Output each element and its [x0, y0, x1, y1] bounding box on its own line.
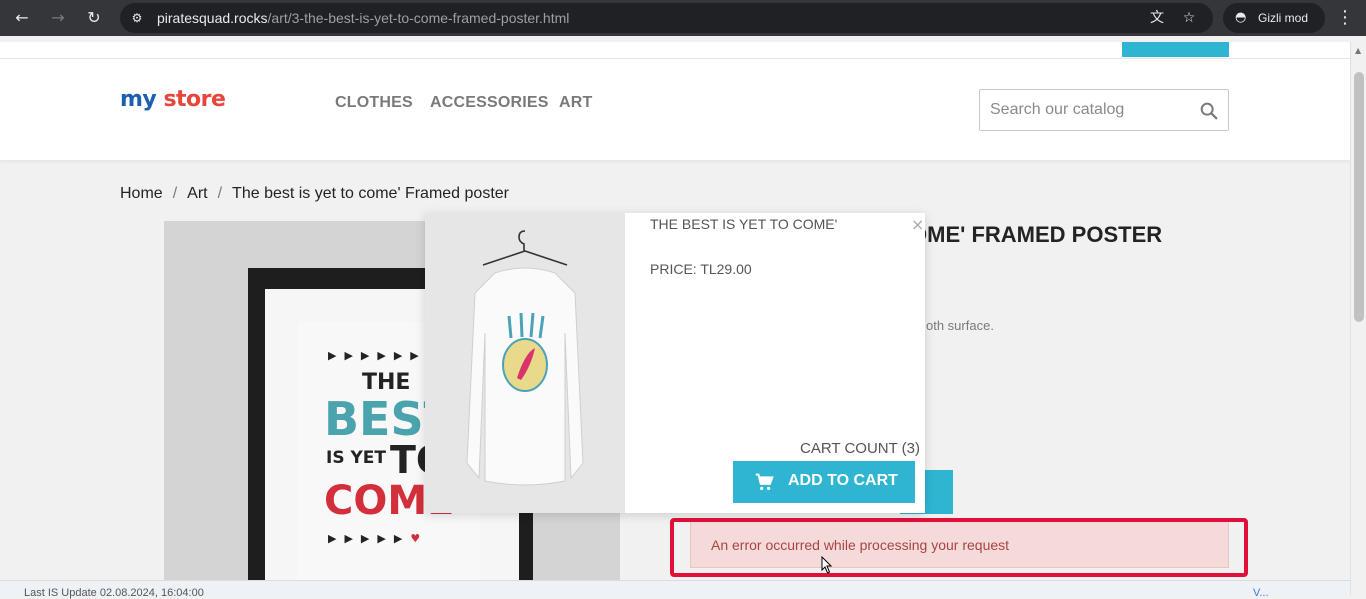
cart-modal: THE BEST IS YET TO COME' PRICE: TL29.00 … [425, 213, 925, 513]
status-bar-text: Last IS Update 02.08.2024, 16:04:00 [24, 587, 204, 599]
address-bar[interactable]: ⚙ piratesquad.rocks/art/3-the-best-is-ye… [120, 3, 1213, 33]
forward-arrow-icon[interactable]: → [47, 7, 69, 29]
back-arrow-icon[interactable]: ← [11, 7, 33, 29]
cart-icon [755, 473, 774, 491]
add-to-cart-label: ADD TO CART [788, 472, 898, 489]
mouse-cursor-icon [821, 556, 833, 574]
logo-store: store [163, 87, 226, 112]
incognito-label: Gizli mod [1258, 11, 1309, 25]
cart-count: CART COUNT (3) [800, 440, 921, 457]
search-input[interactable] [990, 98, 1190, 122]
search-widget [979, 89, 1229, 131]
translate-icon[interactable]: 文 [1148, 9, 1166, 27]
header-nav-bar [0, 42, 1350, 59]
web-page: my store CLOTHES ACCESSORIES ART Home / Ar… [0, 42, 1350, 595]
poster-word-is-yet: IS YET [326, 448, 387, 468]
site-header: my store CLOTHES ACCESSORIES ART [0, 59, 1350, 160]
add-to-cart-button[interactable]: ADD TO CART [733, 461, 915, 503]
header-cart-button[interactable] [1122, 42, 1229, 57]
reload-icon[interactable]: ↻ [83, 7, 105, 29]
logo-my: my [120, 87, 157, 112]
incognito-icon: ◓ [1235, 10, 1247, 25]
breadcrumb-separator: / [217, 185, 223, 202]
incognito-badge[interactable]: ◓ Gizli mod [1223, 3, 1325, 33]
poster-arrows-top: ▶▶▶▶▶▶ [328, 349, 427, 362]
menu-accessories[interactable]: ACCESSORIES [430, 94, 549, 112]
scroll-up-icon[interactable]: ▲ [1355, 46, 1361, 55]
tshirt-image [466, 230, 584, 486]
product-description: oth surface. [926, 318, 994, 333]
breadcrumb-home[interactable]: Home [120, 185, 163, 202]
site-info-icon[interactable]: ⚙ [128, 9, 146, 27]
poster-arrows-bottom: ▶▶▶▶▶♥ [328, 532, 429, 545]
product-title: OME' FRAMED POSTER [910, 222, 1163, 247]
breadcrumb-separator: / [172, 185, 178, 202]
browser-menu-icon[interactable]: ⋮ [1335, 7, 1355, 29]
browser-toolbar: ← → ↻ ⚙ piratesquad.rocks/art/3-the-best… [0, 0, 1366, 36]
status-bar-right[interactable]: V... [1253, 587, 1269, 599]
bookmark-star-icon[interactable]: ☆ [1180, 9, 1198, 27]
status-bar: Last IS Update 02.08.2024, 16:04:00 V... [0, 580, 1350, 599]
menu-clothes[interactable]: CLOTHES [335, 94, 413, 112]
store-logo[interactable]: my store [120, 87, 226, 112]
highlight-annotation [670, 518, 1248, 577]
modal-product-title: THE BEST IS YET TO COME' [650, 216, 838, 232]
modal-product-image [425, 213, 625, 513]
url-text[interactable]: piratesquad.rocks/art/3-the-best-is-yet-… [157, 10, 569, 26]
close-icon[interactable]: × [911, 215, 924, 234]
breadcrumb-art[interactable]: Art [187, 185, 207, 202]
breadcrumb: Home / Art / The best is yet to come' Framed… [120, 185, 509, 203]
menu-art[interactable]: ART [559, 94, 592, 112]
scroll-thumb[interactable] [1354, 72, 1364, 322]
page-scrollbar[interactable]: ▲ [1350, 42, 1366, 595]
search-icon[interactable] [1198, 100, 1220, 122]
modal-product-price: PRICE: TL29.00 [650, 261, 752, 277]
breadcrumb-current: The best is yet to come' Framed poster [232, 185, 509, 202]
